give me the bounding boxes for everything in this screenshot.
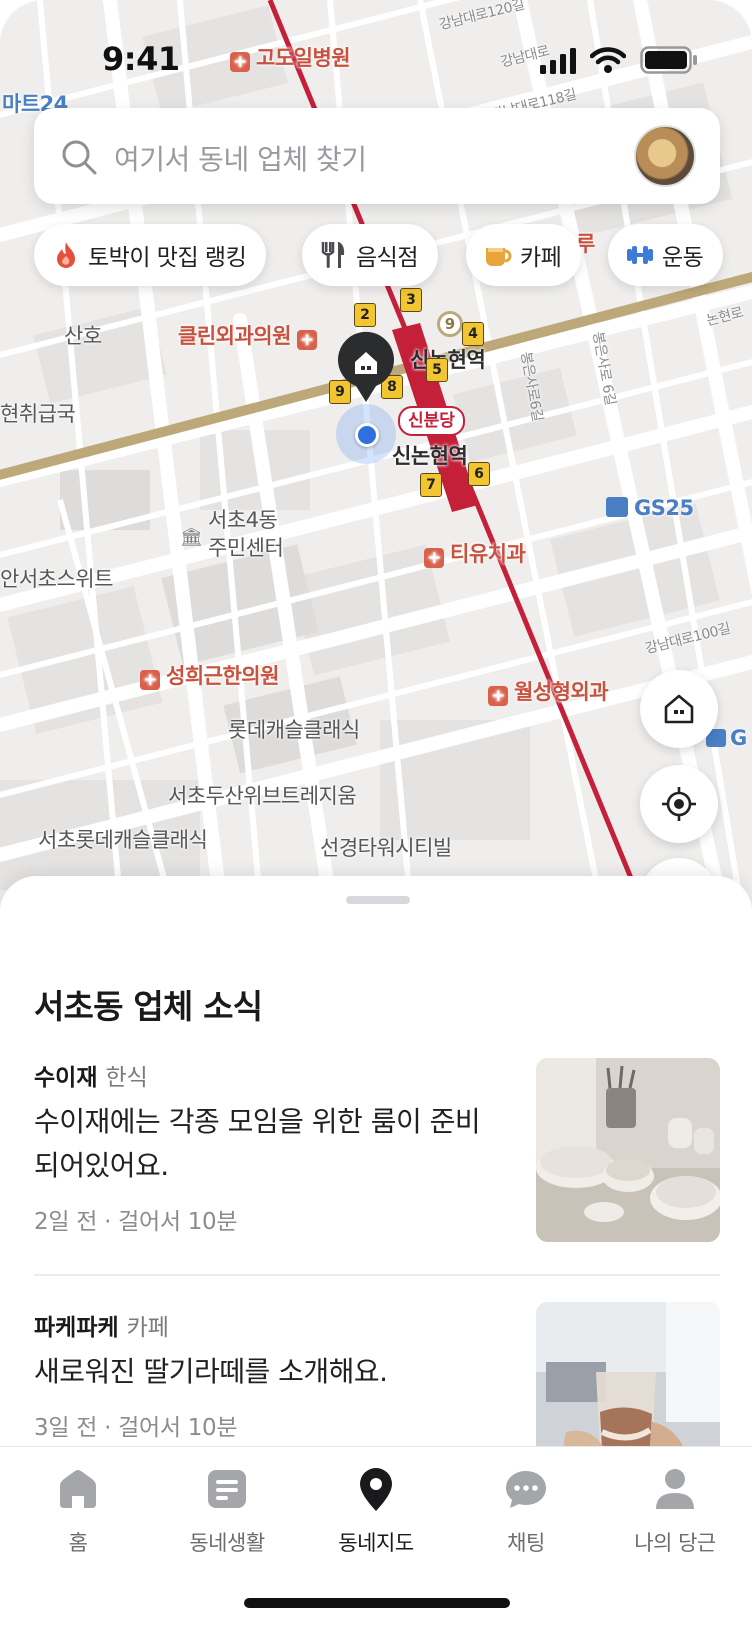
map-label-apartment: 서초두산위브트레지움	[168, 784, 357, 808]
map-pin-icon	[360, 1468, 392, 1511]
tab-label: 나의 당근	[634, 1531, 716, 1555]
news-item[interactable]: 수이재 한식 수이재에는 각종 모임을 위한 룸이 준비 되어있어요. 2일 전 …	[34, 1058, 720, 1248]
map-label-korean-clinic[interactable]: + 성희근한의원	[140, 660, 279, 690]
chip-cafe[interactable]: 카페	[466, 224, 582, 286]
map-label-station[interactable]: 신논현역	[392, 440, 468, 470]
list-divider	[34, 1274, 720, 1276]
crosshair-icon	[662, 787, 696, 821]
chip-local-ranking[interactable]: 토박이 맛집 랭킹	[34, 224, 267, 286]
line9-badge: 9	[437, 311, 463, 337]
chip-label: 음식점	[356, 245, 418, 271]
tab-my-karrot[interactable]: 나의 당근	[610, 1465, 740, 1557]
map-label-community-center[interactable]: 🏛 서초4동 주민센터	[180, 506, 284, 562]
chip-restaurant[interactable]: 음식점	[302, 224, 438, 286]
business-name: 파케파케	[34, 1315, 119, 1341]
subway-exit-badge: 4	[462, 322, 484, 346]
person-icon	[656, 1469, 694, 1509]
map-label-ortho[interactable]: + 월성형외과	[488, 676, 609, 706]
fork-knife-icon	[320, 241, 348, 269]
search-input[interactable]: 여기서 동네 업체 찾기	[114, 138, 367, 178]
business-category: 카페	[126, 1315, 169, 1341]
tab-label: 동네지도	[338, 1531, 414, 1555]
news-description: 수이재에는 각종 모임을 위한 룸이 준비 되어있어요.	[34, 1105, 481, 1182]
map-label-apartment: 롯데캐슬클래식	[228, 718, 360, 742]
news-meta: 3일 전 · 걸어서 10분	[34, 1415, 238, 1441]
tab-map[interactable]: 동네지도	[311, 1465, 441, 1557]
chip-label: 토박이 맛집 랭킹	[88, 245, 247, 271]
subway-exit-badge: 2	[354, 303, 376, 327]
business-name: 수이재	[34, 1065, 98, 1091]
search-bar[interactable]: 여기서 동네 업체 찾기	[34, 108, 720, 204]
tab-label: 채팅	[507, 1531, 545, 1555]
map-label-apartment: 서초롯데캐슬클래식	[38, 828, 208, 852]
sheet-grabber[interactable]	[346, 896, 410, 904]
wifi-icon	[590, 47, 626, 73]
sheet-title: 서초동 업체 소식	[34, 987, 263, 1026]
battery-icon	[640, 46, 697, 74]
home-icon	[60, 1470, 96, 1508]
news-thumbnail[interactable]	[536, 1058, 720, 1242]
profile-avatar[interactable]	[634, 125, 696, 187]
chip-label: 운동	[662, 245, 704, 271]
status-time: 9:41	[102, 40, 180, 78]
app-screen: + 고도일병원 마트24 강남대로120길 강남대로 강남대로118길 산호 클린…	[0, 0, 752, 1630]
subway-exit-badge: 7	[420, 473, 442, 497]
current-location-dot	[355, 423, 379, 447]
map-label-clinic[interactable]: 클린외과의원 +	[178, 320, 323, 350]
subway-exit-badge: 5	[426, 358, 448, 382]
my-location-button[interactable]	[640, 765, 718, 843]
tab-label: 동네생활	[189, 1531, 265, 1555]
tab-home[interactable]: 홈	[13, 1465, 143, 1557]
map-label-gs25[interactable]: GS25	[606, 496, 694, 520]
subway-exit-badge: 3	[400, 288, 422, 312]
search-icon	[62, 140, 97, 175]
home-location-button[interactable]	[640, 670, 718, 748]
home-indicator	[244, 1598, 510, 1608]
coffee-cup-icon	[484, 241, 512, 269]
tab-community[interactable]: 동네생활	[162, 1465, 292, 1557]
map-label-dental[interactable]: + 티유치과	[424, 538, 526, 568]
subway-exit-badge: 6	[468, 462, 490, 486]
subway-line-badge: 신분당	[398, 406, 465, 436]
news-meta: 2일 전 · 걸어서 10분	[34, 1209, 238, 1235]
home-pin-icon[interactable]	[336, 330, 396, 404]
dumbbell-icon	[626, 241, 654, 269]
business-category: 한식	[105, 1065, 148, 1091]
fire-icon	[52, 241, 80, 269]
tableware-image	[536, 1058, 720, 1242]
news-item[interactable]: 파케파케 카페 새로워진 딸기라떼를 소개해요. 3일 전 · 걸어서 10분	[34, 1302, 720, 1486]
status-bar: 9:41	[0, 0, 752, 100]
cellular-signal-icon	[540, 48, 576, 74]
tab-chat[interactable]: 채팅	[461, 1465, 591, 1557]
document-icon	[208, 1470, 246, 1508]
home-outline-icon	[664, 694, 694, 724]
chip-exercise[interactable]: 운동	[608, 224, 724, 286]
chat-bubble-icon	[506, 1471, 546, 1508]
map-label-sanho: 산호	[64, 324, 102, 348]
map-label-post: 현취급국	[0, 402, 76, 426]
tab-label: 홈	[68, 1531, 88, 1555]
chip-label: 카페	[520, 245, 562, 271]
map-label-suite: 안서초스위트	[0, 567, 113, 591]
map-label-apartment: 선경타워시티빌	[320, 836, 452, 860]
news-description: 새로워진 딸기라떼를 소개해요.	[34, 1355, 388, 1388]
